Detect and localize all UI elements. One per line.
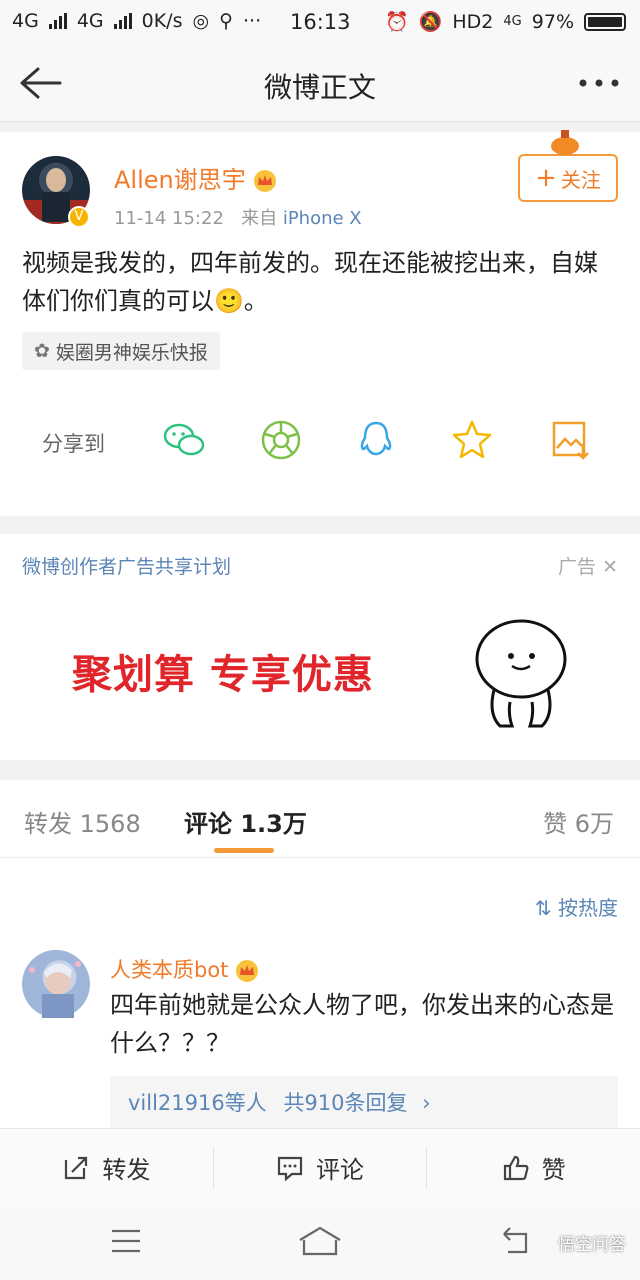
tab-comments[interactable]: 评论 1.3万: [184, 804, 307, 839]
system-nav-bar: 悟空问答: [0, 1206, 640, 1280]
wechat-icon[interactable]: [162, 418, 206, 462]
tab-repost[interactable]: 转发 1568: [24, 804, 141, 839]
post-author-name: Allen谢思宇: [114, 166, 246, 194]
topic-tag[interactable]: ✿ 娱圈男神娱乐快报: [22, 332, 220, 370]
favorite-star-icon[interactable]: [450, 418, 494, 462]
menu-icon[interactable]: [110, 1228, 142, 1254]
share-label: 分享到: [42, 432, 105, 456]
like-label: 赞: [541, 1156, 566, 1184]
post-tabs: 转发 1568 评论 1.3万 赞 6万: [0, 780, 640, 858]
replies-users: vill21916等人: [128, 1091, 267, 1115]
tab-comments-label: 评论: [184, 810, 232, 838]
qq-icon[interactable]: [354, 418, 398, 462]
alarm-icon: ⏰: [385, 11, 409, 33]
repost-icon: [65, 1156, 88, 1179]
more-options-icon[interactable]: [578, 78, 622, 88]
verified-icon: V: [68, 206, 90, 228]
post-author[interactable]: Allen谢思宇: [114, 160, 277, 195]
signal-icon: [48, 13, 67, 29]
ad-close[interactable]: 广告 ✕: [558, 552, 618, 579]
nav-bar: 微博正文: [0, 44, 640, 122]
sort-label: 按热度: [558, 896, 618, 920]
moments-icon[interactable]: [259, 418, 303, 462]
back-nav-icon[interactable]: [500, 1226, 530, 1256]
comment-button[interactable]: 评论: [214, 1147, 428, 1188]
tab-repost-label: 转发: [24, 810, 72, 838]
follow-button[interactable]: + 关注: [518, 154, 618, 202]
tab-likes-label: 赞: [543, 810, 568, 838]
battery-label: 97%: [531, 10, 574, 33]
home-icon[interactable]: [298, 1226, 342, 1256]
mute-icon: 🔕: [418, 11, 443, 33]
comment-text: 四年前她就是公众人物了吧，你发出来的心态是什么？？？: [110, 991, 614, 1057]
save-image-icon[interactable]: [549, 418, 593, 462]
comment-author[interactable]: 人类本质bot: [110, 954, 259, 984]
hd-label: HD2: [452, 10, 494, 33]
plus-icon: +: [535, 163, 557, 193]
tab-comments-count: 1.3万: [240, 810, 307, 838]
topic-tag-label: 娱圈男神娱乐快报: [55, 341, 208, 364]
network-label: 4G: [12, 10, 39, 32]
comments-section: ⇅ 按热度 人类本质bot 四年前她就是公众人物了吧，你发出来的心态是什么？？？…: [0, 858, 640, 1130]
thumbs-up-icon: [503, 1155, 529, 1180]
network-label: 4G: [503, 14, 522, 29]
status-bar: 4G 4G 0K/s ◎ ⚲ ··· 16:13 ⏰ 🔕 HD2 4G 97%: [0, 0, 640, 44]
tab-likes[interactable]: 赞 6万: [543, 804, 614, 839]
clock: 16:13: [290, 10, 351, 34]
signal-icon: [113, 13, 132, 29]
comment-replies-link[interactable]: vill21916等人 共910条回复 ›: [110, 1076, 618, 1130]
comment-avatar[interactable]: [22, 950, 90, 1018]
repost-button[interactable]: 转发: [0, 1147, 214, 1188]
flower-icon: ✿: [34, 340, 50, 362]
post-source[interactable]: iPhone X: [283, 208, 362, 229]
post-time: 11-14 15:22: [114, 208, 224, 229]
weibo-icon: ◎: [192, 10, 210, 32]
chevron-right-icon: ›: [422, 1091, 431, 1115]
crown-icon: [254, 170, 277, 192]
comment-icon: [277, 1156, 303, 1181]
tab-likes-count: 6万: [574, 810, 614, 838]
crown-icon: [236, 960, 259, 982]
location-icon: ⚲: [219, 10, 233, 32]
close-icon[interactable]: ✕: [602, 556, 618, 578]
replies-count: 共910条回复: [283, 1091, 408, 1115]
source-prefix: 来自: [241, 208, 278, 229]
mascot-illustration: [475, 619, 567, 728]
lantern-icon: [551, 130, 579, 155]
follow-label: 关注: [560, 167, 601, 192]
post-meta: 11-14 15:22 来自 iPhone X: [114, 204, 362, 230]
battery-icon: [584, 12, 626, 31]
network-label: 4G: [76, 10, 104, 32]
repost-label: 转发: [102, 1156, 151, 1184]
post-action-bar: 转发 评论 赞: [0, 1128, 640, 1206]
sort-button[interactable]: ⇅ 按热度: [535, 892, 618, 921]
ad-banner[interactable]: 微博创作者广告共享计划 广告 ✕ 聚划算 专享优惠: [0, 534, 640, 760]
ad-title[interactable]: 微博创作者广告共享计划: [22, 552, 231, 579]
ad-label: 广告: [558, 556, 597, 578]
comment-label: 评论: [316, 1156, 364, 1184]
tab-repost-count: 1568: [79, 810, 141, 838]
active-tab-indicator: [214, 848, 274, 853]
like-button[interactable]: 赞: [427, 1148, 640, 1188]
watermark: 悟空问答: [558, 1235, 626, 1255]
more-icon: ···: [243, 10, 262, 32]
ad-slogan: 聚划算 专享优惠: [72, 652, 374, 698]
post-content: 视频是我发的，四年前发的。现在还能被挖出来，自媒体们你们真的可以🙂。: [22, 249, 598, 315]
post-card: V Allen谢思宇 11-14 15:22 来自 iPhone X + 关注 …: [0, 130, 640, 516]
comment-author-name: 人类本质bot: [110, 958, 229, 982]
sort-icon: ⇅: [534, 896, 552, 920]
speed-label: 0K/s: [141, 10, 183, 32]
page-title: 微博正文: [263, 71, 376, 104]
